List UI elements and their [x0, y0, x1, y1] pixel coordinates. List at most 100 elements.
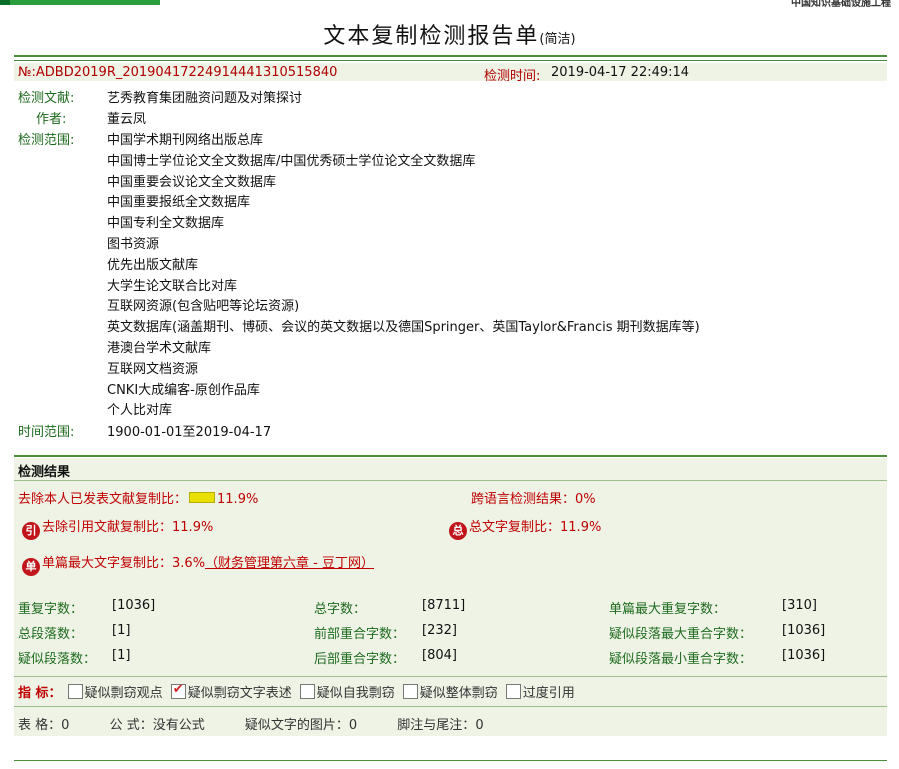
indicator-item-label: 疑似剽窃文字表述: [187, 686, 292, 701]
doc-label: 检测文献:: [18, 91, 75, 106]
stat-label: 总字数：: [314, 602, 367, 617]
formula-value: 没有公式: [152, 718, 205, 733]
excl-self-row: 去除本人已发表文献复制比： 11.9%: [18, 488, 258, 507]
stat-label: 前部重合字数：: [314, 627, 406, 642]
author-label: 作者:: [36, 112, 67, 127]
results-divider: [14, 455, 887, 457]
checkbox-empty-icon[interactable]: [299, 684, 315, 699]
checkbox-checked-icon[interactable]: [170, 682, 186, 699]
scope-item: CNKI大成编客-原创作品库: [107, 382, 260, 398]
stat-value: [1036]: [782, 648, 826, 663]
results-header-bar: [14, 458, 887, 480]
indicator-item-label: 疑似整体剽窃: [419, 686, 498, 701]
scope-item: 中国专利全文数据库: [107, 216, 225, 232]
report-title-suffix: (简洁): [539, 32, 576, 47]
indicator-item-label: 过度引用: [522, 686, 575, 701]
stat-label: 疑似段落数：: [18, 652, 97, 667]
scope-item: 英文数据库(涵盖期刊、博硕、会议的英文数据以及德国Springer、英国Tayl…: [107, 320, 700, 336]
stat-label: 总段落数：: [18, 627, 84, 642]
cross-lang-value: 0%: [575, 492, 596, 507]
footnote-value: 0: [475, 718, 484, 733]
scope-item: 图书资源: [107, 237, 160, 252]
indicator-item[interactable]: 疑似剽窃文字表述: [170, 682, 292, 701]
checkbox-empty-icon[interactable]: [67, 684, 83, 699]
single-row: 单单篇最大文字复制比：3.6%（财务管理第六章 - 豆丁网）: [22, 552, 374, 576]
period-label: 时间范围:: [18, 425, 75, 440]
scope-item: 中国博士学位论文全文数据库/中国优秀硕士学位论文全文数据库: [107, 153, 476, 169]
total-badge-icon: 总: [449, 522, 467, 540]
stat-value: [1]: [112, 648, 131, 663]
stat-value: [310]: [782, 598, 817, 613]
excl-cite-label: 去除引用文献复制比：: [42, 520, 173, 535]
cite-badge-icon: 引: [22, 522, 40, 540]
indicator-label: 指 标：: [18, 686, 62, 701]
title-divider-thin: [14, 60, 887, 61]
scope-item: 中国重要会议论文全文数据库: [107, 174, 277, 190]
check-time-label: 检测时间:: [484, 69, 541, 84]
header-org-text: 中国知识基础设施工程: [791, 0, 891, 9]
scope-label: 检测范围:: [18, 133, 75, 148]
period-value: 1900-01-01至2019-04-17: [107, 425, 272, 440]
scope-item: 互联网文档资源: [107, 361, 199, 377]
indicator-row: 指 标： 疑似剽窃观点 疑似剽窃文字表述 疑似自我剽窃 疑似整体剽窃 过度引用: [18, 682, 575, 701]
scope-item: 中国重要报纸全文数据库: [107, 195, 251, 211]
report-number: №:ADBD2019R_20190417224914441310515840: [18, 65, 338, 80]
footnote-label: 脚注与尾注：: [397, 718, 476, 733]
stat-label: 疑似段落最小重合字数：: [609, 652, 753, 667]
excl-cite-value: 11.9%: [172, 520, 214, 535]
total-label: 总文字复制比：: [469, 520, 561, 535]
indicator-item[interactable]: 疑似整体剽窃: [402, 684, 498, 701]
scope-item: 互联网资源(包含贴吧等论坛资源): [107, 299, 300, 315]
indicator-item-label: 疑似剽窃观点: [84, 686, 163, 701]
cross-lang-row: 跨语言检测结果：0%: [471, 488, 596, 507]
image-value: 0: [348, 718, 358, 733]
excl-self-bar: [189, 492, 216, 503]
single-value: 3.6%: [172, 556, 206, 571]
footer-stats-row: 表 格：0 公 式：没有公式 疑似文字的图片：0 脚注与尾注：0: [18, 714, 484, 733]
check-time-value: 2019-04-17 22:49:14: [551, 65, 690, 80]
report-title: 文本复制检测报告单(简洁): [0, 18, 899, 50]
scope-item: 个人比对库: [107, 403, 173, 419]
logo-strip: [0, 0, 160, 5]
scope-item: 中国学术期刊网络出版总库: [107, 133, 264, 148]
total-row: 总总文字复制比：11.9%: [449, 516, 601, 540]
stat-value: [1]: [112, 623, 131, 638]
stat-value: [804]: [422, 648, 457, 663]
stat-value: [232]: [422, 623, 457, 638]
excl-cite-row: 引去除引用文献复制比：11.9%: [22, 516, 213, 540]
excl-self-label: 去除本人已发表文献复制比：: [18, 492, 188, 507]
title-divider: [14, 55, 887, 57]
stat-label: 疑似段落最大重合字数：: [609, 627, 753, 642]
bottom-divider: [14, 760, 887, 761]
indicator-item-label: 疑似自我剽窃: [316, 686, 395, 701]
checkbox-empty-icon[interactable]: [505, 684, 521, 699]
stat-value: [8711]: [422, 598, 466, 613]
indicator-item[interactable]: 过度引用: [505, 684, 575, 701]
table-label: 表 格：: [18, 718, 62, 733]
scope-item: 优先出版文献库: [107, 257, 199, 273]
single-label: 单篇最大文字复制比：: [42, 556, 173, 571]
stat-value: [1036]: [112, 598, 156, 613]
image-label: 疑似文字的图片：: [244, 718, 349, 733]
total-value: 11.9%: [560, 520, 602, 535]
results-section-title: 检测结果: [18, 465, 71, 480]
indicator-item[interactable]: 疑似剽窃观点: [67, 684, 163, 701]
excl-self-value: 11.9%: [217, 492, 259, 507]
single-source-link[interactable]: （财务管理第六章 - 豆丁网）: [205, 556, 374, 571]
scope-item: 港澳台学术文献库: [107, 341, 212, 356]
stat-label: 重复字数：: [18, 602, 84, 617]
report-title-main: 文本复制检测报告单: [323, 24, 540, 49]
logo-strip-dark: [0, 0, 10, 5]
indicator-rule-top: [14, 676, 887, 677]
indicator-item[interactable]: 疑似自我剽窃: [299, 684, 395, 701]
stat-label: 后部重合字数：: [314, 652, 406, 667]
table-value: 0: [61, 718, 70, 733]
scope-item: 大学生论文联合比对库: [107, 278, 238, 294]
stat-value: [1036]: [782, 623, 826, 638]
formula-label: 公 式：: [109, 718, 153, 733]
stat-label: 单篇最大重复字数：: [609, 602, 727, 617]
doc-title: 艺秀教育集团融资问题及对策探讨: [107, 91, 303, 106]
cross-lang-label: 跨语言检测结果：: [471, 492, 576, 507]
checkbox-empty-icon[interactable]: [402, 684, 418, 699]
single-badge-icon: 单: [22, 558, 40, 576]
